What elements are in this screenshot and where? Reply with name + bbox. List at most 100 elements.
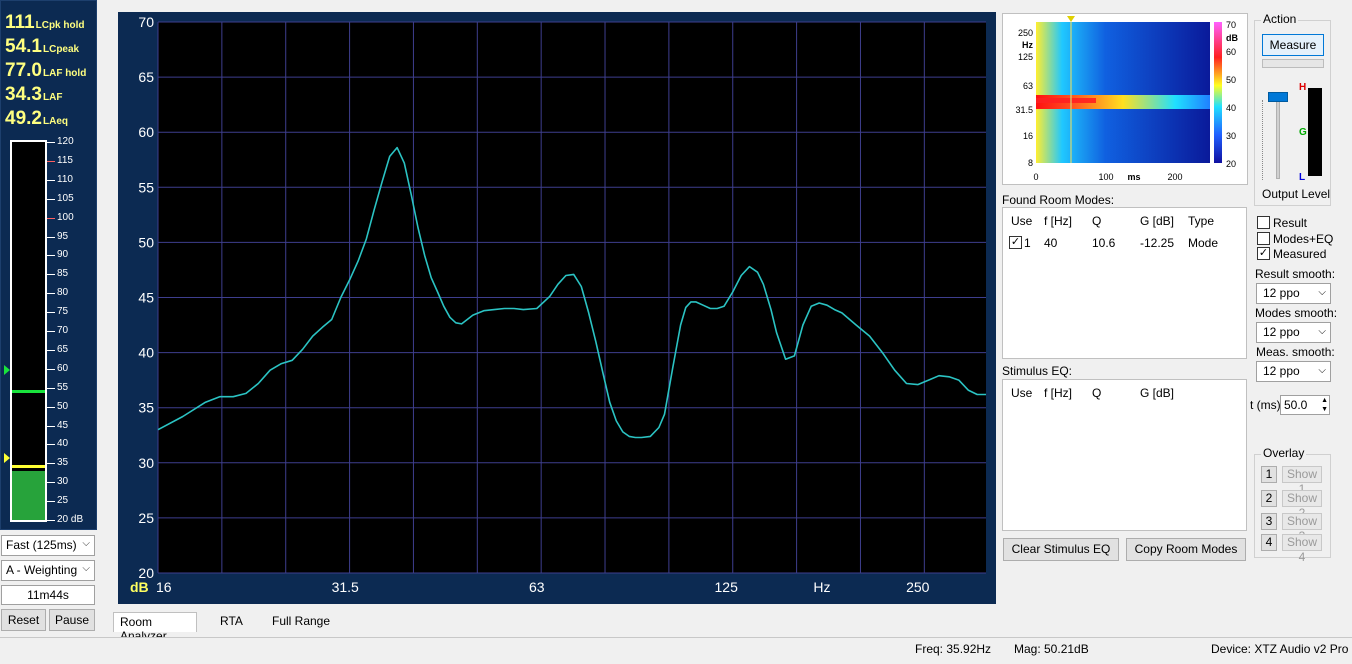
room-modes-col-freq[interactable]: f [Hz] — [1044, 214, 1072, 228]
room-modes-col-gain[interactable]: G [dB] — [1140, 214, 1174, 228]
meter-scale-tick — [47, 274, 55, 276]
room-modes-col-q[interactable]: Q — [1092, 214, 1101, 228]
mode-gain-value: -12.25 — [1140, 236, 1175, 250]
meter-scale-label: 45 — [57, 419, 69, 431]
spin-buttons-icon[interactable]: ▲ ▼ — [1321, 396, 1328, 414]
overlay-2-button[interactable]: 2 — [1261, 490, 1277, 507]
meter-scale-label: 120 — [57, 136, 74, 147]
meter-scale-label: 80 — [57, 287, 69, 299]
meter-scale-tick — [47, 331, 55, 332]
waterfall-spectrogram[interactable]: 250 Hz 125 63 31.5 16 8 0 100 ms 200 70 dB 60 50 40 30 20 — [1002, 13, 1248, 185]
y-tick-label: 50 — [138, 234, 154, 250]
show-2-button[interactable]: Show 2 — [1282, 490, 1322, 520]
y-tick-label: 25 — [138, 510, 154, 526]
spectrogram-x-label: ms — [1127, 172, 1140, 182]
meter-scale-label: 85 — [57, 268, 69, 280]
meter-scale-tick — [47, 198, 55, 200]
measured-checkbox[interactable]: ✓ — [1257, 247, 1270, 260]
spectrogram-y-label: 250 — [1018, 28, 1033, 38]
readout-laeq: 49.2LAeq — [5, 108, 68, 129]
spectrogram-y-label: 125 — [1018, 52, 1033, 62]
meter-scale-tick — [47, 179, 55, 181]
result-smooth-select[interactable]: 12 ppo ⌵ — [1256, 283, 1331, 304]
meter-scale-tick — [47, 501, 55, 503]
meter-scale-label: 105 — [57, 192, 74, 204]
x-tick-label: 31.5 — [332, 579, 359, 595]
meter-scale-label: 110 — [57, 173, 73, 185]
tab-full-range[interactable]: Full Range — [266, 612, 336, 632]
show-3-button[interactable]: Show 3 — [1282, 513, 1322, 543]
elapsed-time: 11m44s — [1, 585, 95, 605]
modes-eq-checkbox[interactable] — [1257, 232, 1270, 245]
room-modes-col-type[interactable]: Type — [1188, 214, 1214, 228]
eq-col-gain[interactable]: G [dB] — [1140, 386, 1174, 400]
overlay-4-button[interactable]: 4 — [1261, 534, 1277, 551]
measure-button[interactable]: Measure — [1262, 34, 1324, 56]
output-level-label: Output Level — [1262, 187, 1331, 201]
colorbar-label: 60 — [1226, 47, 1236, 57]
output-level-slider-track[interactable] — [1276, 94, 1280, 179]
copy-room-modes-button[interactable]: Copy Room Modes — [1126, 538, 1246, 561]
meter-scale-label: 90 — [57, 249, 69, 261]
level-marker-icon — [4, 452, 10, 463]
output-level-slider-thumb[interactable] — [1268, 92, 1288, 102]
meter-scale-label: 70 — [57, 325, 69, 336]
slider-ticks — [1262, 100, 1265, 180]
eq-col-freq[interactable]: f [Hz] — [1044, 386, 1072, 400]
measured-checkbox-label[interactable]: Measured — [1273, 247, 1326, 261]
room-modes-table[interactable]: Use f [Hz] Q G [dB] Type ✓ 1 40 10.6 -12… — [1002, 207, 1247, 359]
result-checkbox[interactable] — [1257, 216, 1270, 229]
meter-scale-label: 65 — [57, 343, 69, 355]
x-tick-label: 16 — [156, 579, 172, 595]
spectrogram-map — [1036, 22, 1210, 163]
eq-col-use[interactable]: Use — [1011, 386, 1032, 400]
room-modes-col-use[interactable]: Use — [1011, 214, 1032, 228]
chevron-down-icon: ⌵ — [1318, 326, 1326, 337]
meter-scale-tick — [47, 217, 55, 219]
modes-smooth-select[interactable]: 12 ppo ⌵ — [1256, 322, 1331, 343]
spectrogram-plot[interactable]: 250 Hz 125 63 31.5 16 80 100 ms 200 70 dB 60 50 40 30 20 — [1003, 14, 1249, 186]
spectrogram-y-label: Hz — [1022, 40, 1033, 50]
modes-eq-checkbox-label[interactable]: Modes+EQ — [1273, 232, 1333, 246]
reset-button[interactable]: Reset — [1, 609, 46, 631]
result-smooth-label: Result smooth: — [1255, 267, 1336, 281]
chevron-down-icon: ⌵ — [1318, 287, 1326, 298]
measure-progress-bar — [1262, 59, 1324, 68]
y-axis-unit-label: dB — [130, 579, 149, 595]
frequency-response-graph[interactable]: 20 25 30 35 40 45 50 55 60 65 70 16 31.5 63 125 Hz 250 dB — [118, 12, 996, 604]
chevron-down-icon: ⌵ — [82, 563, 90, 574]
frequency-response-chart[interactable]: 202530354045505560657016 31.5 63 125 Hz 250dB — [118, 12, 996, 604]
clear-stimulus-eq-button[interactable]: Clear Stimulus EQ — [1003, 538, 1119, 561]
pause-button[interactable]: Pause — [49, 609, 95, 631]
show-4-button[interactable]: Show 4 — [1282, 534, 1322, 564]
stimulus-eq-table[interactable]: Use f [Hz] Q G [dB] — [1002, 379, 1247, 531]
result-checkbox-label[interactable]: Result — [1273, 216, 1307, 230]
eq-col-q[interactable]: Q — [1092, 386, 1101, 400]
response-speed-select[interactable]: Fast (125ms) ⌵ — [1, 535, 95, 556]
colorbar-label: 20 — [1226, 159, 1236, 169]
meter-scale-label: 100 — [57, 211, 74, 223]
time-window-input[interactable]: 50.0 ▲ ▼ — [1280, 395, 1330, 415]
level-current-line — [12, 464, 45, 468]
mode-type-value: Mode — [1188, 236, 1219, 250]
tab-room-analyzer[interactable]: Room Analyzer — [113, 612, 197, 643]
meas-smooth-select[interactable]: 12 ppo ⌵ — [1256, 361, 1331, 382]
colorbar-label: 50 — [1226, 75, 1236, 85]
y-tick-label: 30 — [138, 455, 154, 471]
meter-scale-label: 35 — [57, 457, 69, 469]
time-cursor-marker-icon[interactable] — [1067, 16, 1075, 22]
overlay-1-button[interactable]: 1 — [1261, 466, 1277, 483]
mode-use-checkbox[interactable]: ✓ — [1009, 236, 1022, 249]
tab-rta[interactable]: RTA — [214, 612, 249, 632]
colorbar-label: 70 — [1226, 20, 1236, 30]
show-1-button[interactable]: Show 1 — [1282, 466, 1322, 496]
meter-scale-label: 75 — [57, 306, 69, 318]
overlay-3-button[interactable]: 3 — [1261, 513, 1277, 530]
weighting-select[interactable]: A - Weighting ⌵ — [1, 560, 95, 581]
meter-scale-tick — [47, 520, 55, 521]
status-bar: Freq: 35.92Hz Mag: 50.21dB Device: XTZ A… — [0, 637, 1352, 664]
spl-meter-panel: 111LCpk hold 54.1LCpeak 77.0LAF hold 34.… — [0, 0, 97, 530]
mode-use-value: 1 — [1024, 236, 1031, 250]
meter-scale-tick — [47, 425, 55, 427]
spectrogram-x-label: 0 — [1033, 172, 1038, 182]
